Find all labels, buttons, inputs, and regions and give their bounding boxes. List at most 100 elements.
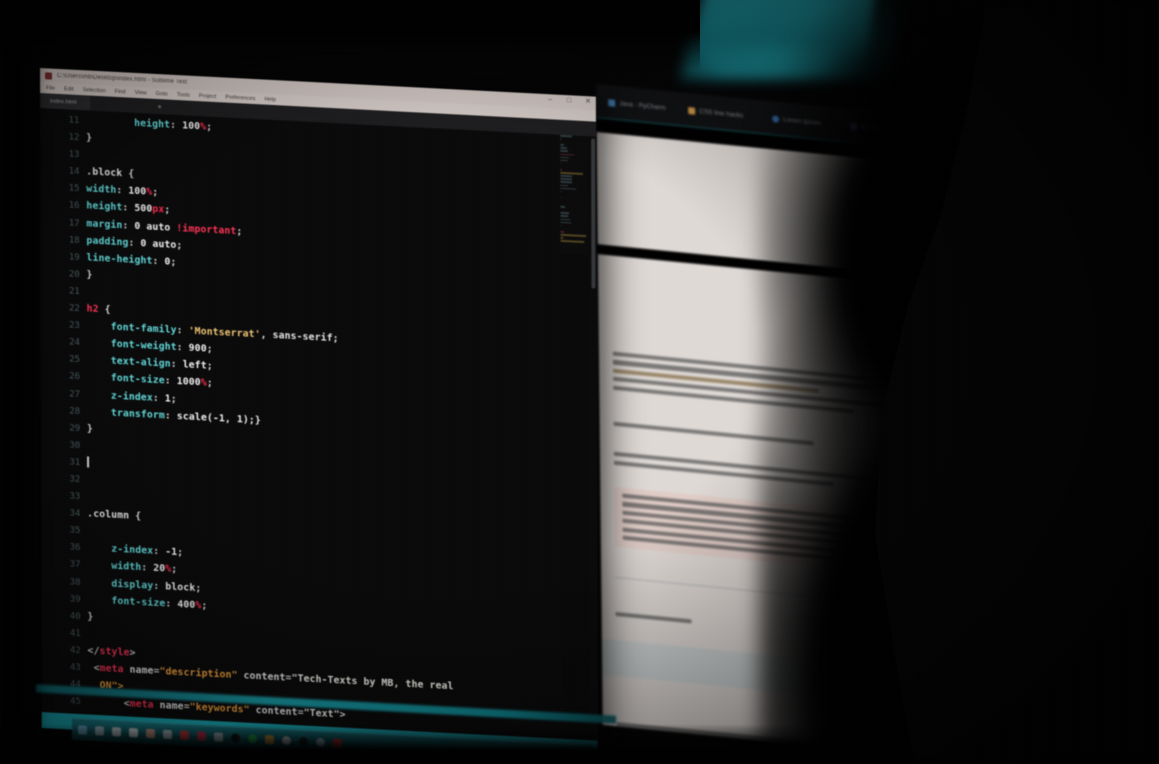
code-token: height [86, 200, 123, 214]
code-token: ; [206, 378, 213, 390]
menu-item-edit[interactable]: Edit [64, 86, 74, 92]
browser-tab[interactable]: CSS line hacks [688, 102, 760, 125]
close-button[interactable]: ✕ [583, 97, 593, 106]
minimap-line [560, 159, 569, 162]
code-token: .column [87, 508, 130, 522]
tab-close-icon[interactable] [158, 105, 162, 109]
browser-tab-label: Java - PyCharm [619, 99, 666, 112]
code-token: : [170, 359, 183, 371]
code-token: ; [177, 547, 184, 559]
sublime-text-window[interactable]: C:\Users\mb\Desktop\index.html - Sublime… [40, 68, 598, 757]
menu-item-view[interactable]: View [135, 89, 147, 96]
code-token: ; [176, 239, 183, 251]
minimap-line [560, 184, 569, 187]
code-token: { [122, 168, 135, 181]
code-token: scale(-1, 1);} [176, 410, 261, 426]
code-token: z-index [110, 390, 153, 404]
maximize-button[interactable]: □ [564, 97, 574, 105]
menu-item-selection[interactable]: Selection [83, 87, 106, 94]
code-token: ; [236, 225, 243, 237]
minimap-line [560, 137, 561, 140]
window-controls[interactable]: – □ ✕ [545, 95, 593, 106]
code-token: 20 [153, 563, 166, 575]
code-token: : [176, 342, 189, 354]
code-token: > [129, 647, 136, 659]
vertical-scrollbar[interactable] [591, 138, 596, 289]
code-token: 500 [134, 203, 153, 216]
minimap-line [560, 190, 561, 193]
code-token: : [165, 598, 178, 610]
code-token: name [153, 700, 184, 713]
code-token: </ [87, 645, 100, 657]
code-token: display [111, 578, 154, 592]
menu-item-tools[interactable]: Tools [177, 92, 190, 99]
minimap-line [560, 175, 572, 178]
code-token: ; [152, 187, 159, 199]
menu-item-goto[interactable]: Goto [156, 90, 168, 97]
code-token: } [86, 423, 93, 435]
code-token: width [86, 183, 117, 197]
minimize-button[interactable]: – [545, 96, 555, 104]
code-token: : [122, 202, 135, 215]
code-token: ; [206, 121, 213, 133]
code-token: z-index [111, 544, 154, 558]
window-title: C:\Users\mb\Desktop\index.html - Sublime… [57, 72, 188, 86]
tab-favicon-icon [688, 106, 696, 115]
minimap-line [560, 134, 572, 137]
code-token: , sans-serif; [260, 329, 339, 345]
code-token: ; [195, 582, 202, 594]
minimap[interactable] [560, 134, 590, 741]
code-token: ; [170, 393, 177, 405]
minimap-line [560, 230, 565, 233]
editor-body[interactable]: 11 12 13 14 15 16 17 18 19 20 21 22 23 24 25 26 27 28 29 30… [40, 108, 598, 741]
code-token: ; [164, 204, 171, 217]
code-token: 900 [188, 342, 207, 355]
code-token: < [87, 662, 100, 675]
menu-item-preferences[interactable]: Preferences [225, 94, 255, 102]
code-token: : [176, 325, 189, 337]
top-shadow [0, 0, 700, 70]
code-token: : [153, 546, 166, 558]
code-token: 1000 [176, 376, 201, 389]
code-token: { [129, 510, 142, 523]
minimap-line [560, 196, 561, 199]
code-token: 0 auto [134, 220, 177, 234]
code-token: line-height [86, 252, 153, 267]
menu-item-file[interactable]: File [46, 85, 55, 91]
code-token: } [86, 269, 93, 281]
minimap-line [560, 233, 587, 237]
code-token: width [111, 561, 142, 574]
menu-item-project[interactable]: Project [199, 93, 216, 100]
code-token: 'Montserrat' [188, 325, 261, 341]
code-token: : [116, 185, 129, 197]
code-area[interactable]: height: 100%;} .block {width: 100%; heigh… [86, 110, 562, 739]
minimap-line [560, 236, 564, 239]
code-token: : [170, 119, 183, 132]
minimap-line [560, 178, 572, 181]
menu-item-find[interactable]: Find [115, 88, 126, 95]
browser-tab-label: CSS line hacks [699, 107, 744, 119]
line-number-gutter: 11 12 13 14 15 16 17 18 19 20 21 22 23 24 25 26 27 28 29 30… [40, 108, 88, 715]
code-token: text-align [110, 355, 171, 371]
code-token: 400 [177, 598, 196, 611]
code-token: : [141, 562, 154, 575]
code-token: : [152, 255, 165, 268]
left-shadow [0, 0, 46, 764]
minimap-line [560, 218, 571, 221]
code-token: font-size [110, 373, 165, 387]
code-token: content [249, 704, 298, 719]
code-token: "Text"> [303, 707, 346, 721]
code-token: ; [171, 564, 178, 576]
code-token: 0 auto [140, 237, 177, 251]
tab-favicon-icon [608, 98, 616, 107]
browser-tab[interactable]: Java - PyCharm [608, 94, 676, 117]
menu-item-help[interactable]: Help [264, 96, 276, 103]
code-token: .block [86, 166, 123, 180]
code-token: } [87, 611, 94, 623]
code-token: 100 [128, 185, 147, 198]
